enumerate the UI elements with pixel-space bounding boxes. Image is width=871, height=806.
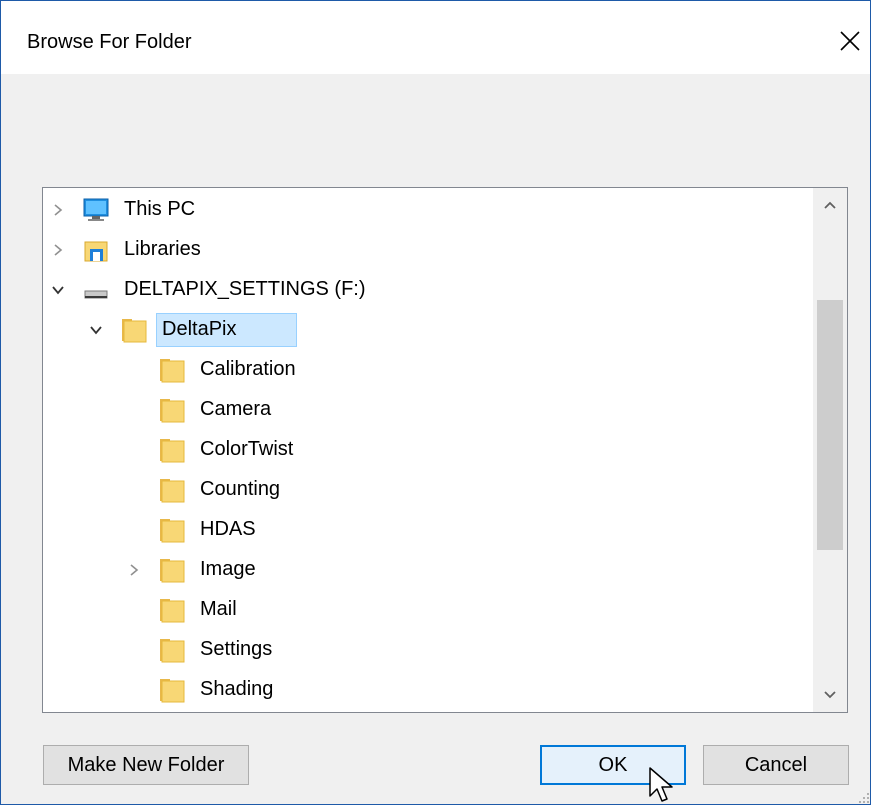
folder-tree[interactable]: This PC Libraries DELTAPIX_SETTINGS (F:) De… [42, 187, 848, 713]
tree-item[interactable]: ColorTwist [43, 430, 813, 470]
tree-item[interactable]: Mail [43, 590, 813, 630]
chevron-down-icon [824, 691, 836, 699]
chevron-right-icon[interactable] [49, 201, 67, 219]
scroll-up-button[interactable] [813, 188, 847, 222]
computer-icon [83, 196, 109, 224]
window-title: Browse For Folder [27, 31, 192, 53]
tree-item-label: Image [200, 558, 256, 580]
vertical-scrollbar[interactable] [813, 188, 847, 712]
tree-item[interactable]: DeltaPix [43, 310, 813, 350]
folder-icon [159, 516, 185, 544]
browse-for-folder-dialog: Browse For Folder This PC Libraries DELTAP… [0, 0, 871, 805]
tree-item-label: Libraries [124, 238, 201, 260]
tree-item[interactable]: This PC [43, 190, 813, 230]
drive-icon [83, 276, 109, 304]
folder-icon [159, 476, 185, 504]
tree-item-label: Shading [200, 678, 274, 700]
tree-item[interactable]: Camera [43, 390, 813, 430]
mouse-pointer-icon [649, 767, 673, 802]
folder-icon [159, 356, 185, 384]
tree-item-label: Counting [200, 478, 281, 500]
tree-item[interactable]: Settings [43, 630, 813, 670]
chevron-down-icon[interactable] [49, 281, 67, 299]
library-icon [83, 236, 109, 264]
cancel-button[interactable]: Cancel [703, 745, 849, 785]
folder-icon [159, 396, 185, 424]
tree-item[interactable]: HDAS [43, 510, 813, 550]
close-icon [840, 31, 860, 51]
chevron-down-icon[interactable] [87, 321, 105, 339]
tree-item[interactable]: Counting [43, 470, 813, 510]
chevron-right-icon[interactable] [49, 241, 67, 259]
tree-item[interactable]: Calibration [43, 350, 813, 390]
tree-item-label: Settings [200, 638, 273, 660]
folder-icon [159, 676, 185, 704]
tree-item-label: HDAS [200, 518, 256, 540]
resize-grip-icon[interactable] [857, 791, 871, 805]
scrollbar-thumb[interactable] [817, 300, 843, 550]
tree-item[interactable]: DELTAPIX_SETTINGS (F:) [43, 270, 813, 310]
make-new-folder-button[interactable]: Make New Folder [43, 745, 249, 785]
folder-icon [159, 436, 185, 464]
folder-icon [159, 636, 185, 664]
scroll-down-button[interactable] [813, 678, 847, 712]
tree-item-label: DELTAPIX_SETTINGS (F:) [124, 278, 366, 300]
tree-item-label: Mail [200, 598, 237, 620]
tree-item-label: ColorTwist [200, 438, 294, 460]
tree-item[interactable]: Shading [43, 670, 813, 710]
close-button[interactable] [830, 21, 870, 61]
tree-item[interactable]: Libraries [43, 230, 813, 270]
folder-icon [121, 316, 147, 344]
folder-icon [159, 596, 185, 624]
title-bar: Browse For Folder [1, 1, 870, 74]
tree-item-label: This PC [124, 198, 196, 220]
tree-item-label: Calibration [200, 358, 296, 380]
tree-item-label: Camera [200, 398, 272, 420]
folder-icon [159, 556, 185, 584]
chevron-up-icon [824, 201, 836, 209]
chevron-right-icon[interactable] [125, 561, 143, 579]
tree-item-label: DeltaPix [162, 318, 237, 340]
tree-item[interactable]: Image [43, 550, 813, 590]
